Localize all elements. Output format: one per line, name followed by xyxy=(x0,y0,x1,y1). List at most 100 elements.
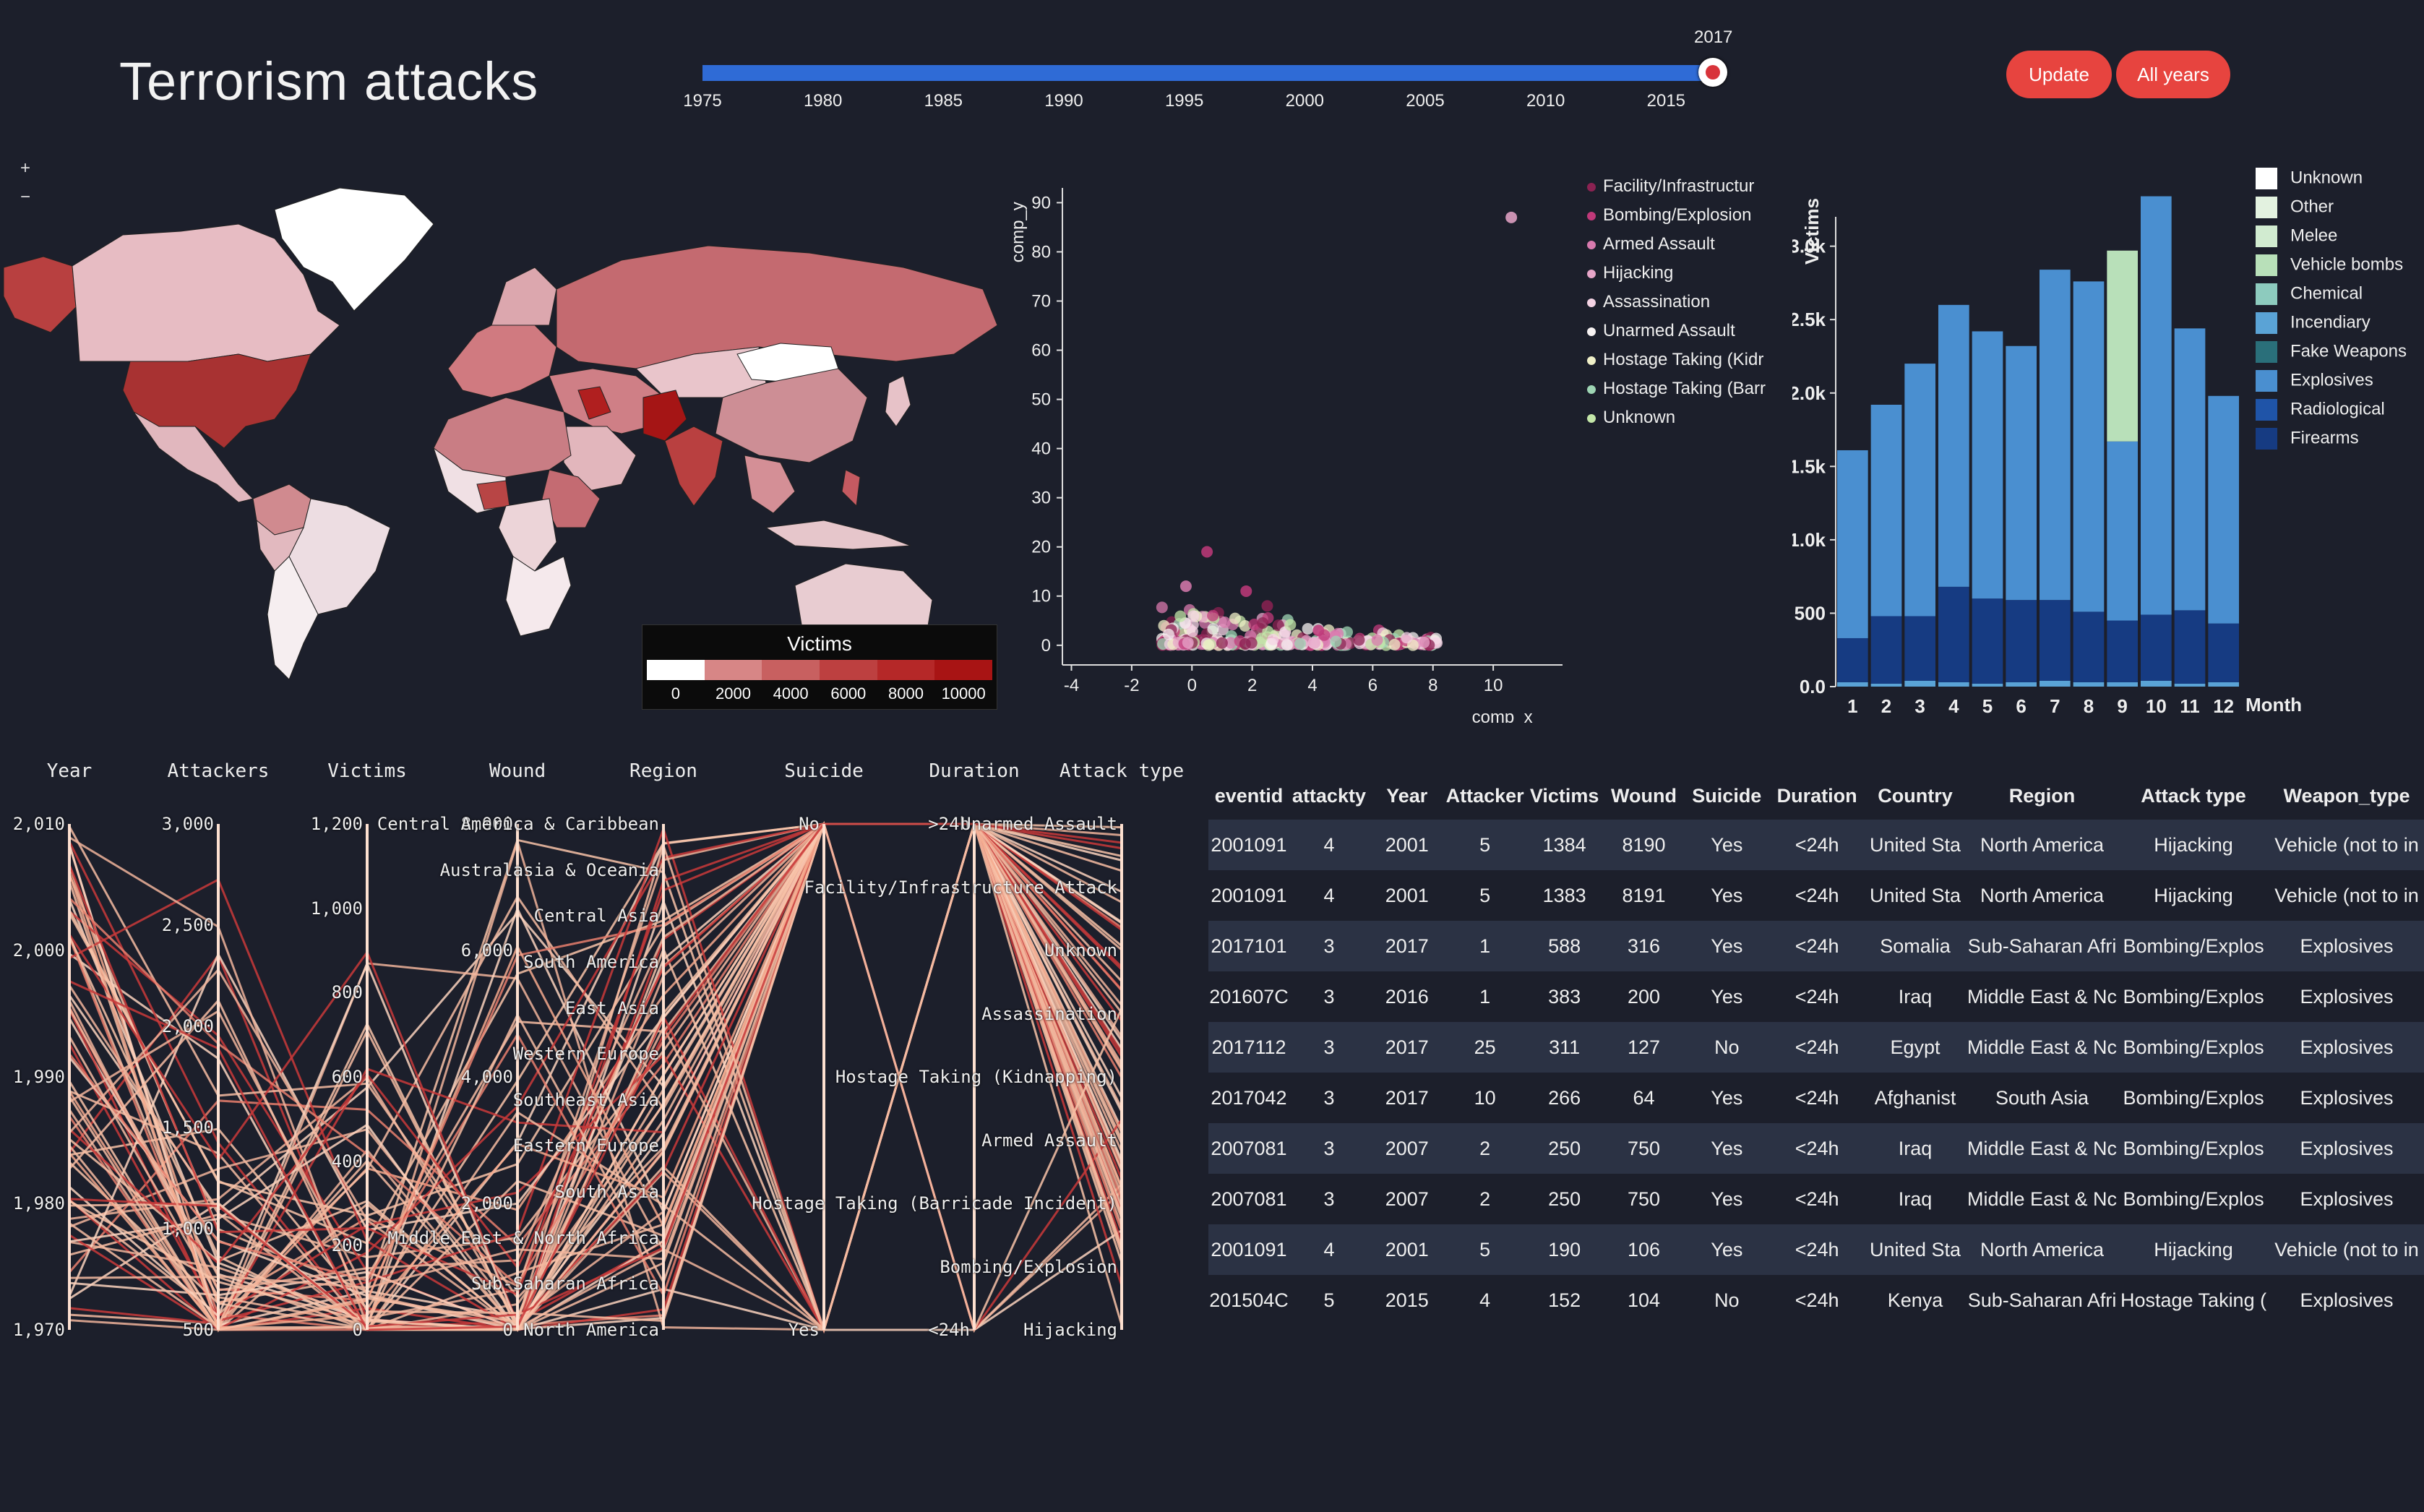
table-cell[interactable]: 250 xyxy=(1524,1174,1604,1224)
bar-segment[interactable] xyxy=(2006,600,2037,682)
table-cell[interactable]: Middle East & Nc xyxy=(1966,1022,2118,1073)
table-cell[interactable]: 4 xyxy=(1289,870,1369,921)
table-cell[interactable]: 3 xyxy=(1289,921,1369,971)
table-cell[interactable]: Middle East & Nc xyxy=(1966,971,2118,1022)
table-cell[interactable]: 5 xyxy=(1445,1224,1525,1275)
bar-segment[interactable] xyxy=(2006,682,2037,687)
table-cell[interactable]: 1384 xyxy=(1524,820,1604,870)
table-cell[interactable]: 2007081 xyxy=(1208,1174,1289,1224)
table-cell[interactable]: 2017101 xyxy=(1208,921,1289,971)
table-cell[interactable]: Vehicle (not to in xyxy=(2269,820,2424,870)
bar-segment[interactable] xyxy=(2174,683,2206,687)
table-cell[interactable]: Yes xyxy=(1683,1123,1771,1174)
bar-segment[interactable] xyxy=(2141,680,2172,687)
scatter-plot[interactable]: -4 -2 0 2 4 6 8 10 0 10 20 30 40 50 60 70 80 90 comp_x comp… xyxy=(1005,173,1583,723)
table-cell[interactable]: <24h xyxy=(1770,820,1865,870)
bar-legend-item[interactable]: Unknown xyxy=(2256,168,2363,189)
table-cell[interactable]: 5 xyxy=(1445,870,1525,921)
bar-legend-item[interactable]: Melee xyxy=(2256,225,2337,247)
table-column-header[interactable]: Weapon_type xyxy=(2269,772,2424,820)
slider-track[interactable] xyxy=(702,65,1714,81)
table-cell[interactable]: 25 xyxy=(1445,1022,1525,1073)
table-cell[interactable]: 2017 xyxy=(1368,1073,1445,1123)
table-cell[interactable]: 10 xyxy=(1445,1073,1525,1123)
table-cell[interactable]: 104 xyxy=(1604,1275,1684,1326)
scatter-legend-item[interactable]: Armed Assault xyxy=(1587,234,1715,254)
table-cell[interactable]: 750 xyxy=(1604,1123,1684,1174)
parcoords-axis-title[interactable]: Wound xyxy=(489,760,546,782)
scatter-point[interactable] xyxy=(1239,638,1251,650)
parcoords-axis-title[interactable]: Attack type xyxy=(1060,760,1184,782)
table-cell[interactable]: South Asia xyxy=(1966,1073,2118,1123)
bar-segment[interactable] xyxy=(1870,405,1902,617)
scatter-point[interactable] xyxy=(1179,580,1192,593)
table-cell[interactable]: 316 xyxy=(1604,921,1684,971)
table-cell[interactable]: <24h xyxy=(1770,870,1865,921)
table-column-header[interactable]: Attacker xyxy=(1445,772,1525,820)
table-column-header[interactable]: Region xyxy=(1967,772,2118,820)
bar-segment[interactable] xyxy=(1972,683,2003,687)
table-cell[interactable]: Bombing/Explos xyxy=(2118,971,2270,1022)
scatter-legend-item[interactable]: Bombing/Explosion xyxy=(1587,205,1751,225)
table-cell[interactable]: Yes xyxy=(1683,870,1771,921)
bar-segment[interactable] xyxy=(1904,364,1935,617)
table-cell[interactable]: Yes xyxy=(1683,971,1771,1022)
table-row[interactable]: 2001091 4 2001 5 1384 8190 Yes <24h United Sta No… xyxy=(1208,820,2424,870)
bar-legend-item[interactable]: Firearms xyxy=(2256,428,2359,450)
table-cell[interactable]: 3 xyxy=(1289,971,1369,1022)
bar-segment[interactable] xyxy=(2107,250,2138,442)
table-cell[interactable]: 2 xyxy=(1445,1174,1525,1224)
table-cell[interactable]: <24h xyxy=(1770,1224,1865,1275)
bar-segment[interactable] xyxy=(2073,682,2105,687)
scatter-point[interactable] xyxy=(1302,622,1314,635)
scatter-point[interactable] xyxy=(1174,610,1187,622)
table-cell[interactable]: <24h xyxy=(1770,971,1865,1022)
table-cell[interactable]: Explosives xyxy=(2269,1123,2424,1174)
table-column-header[interactable]: Year xyxy=(1369,772,1445,820)
table-cell[interactable]: Yes xyxy=(1683,1073,1771,1123)
bar-segment[interactable] xyxy=(2141,614,2172,681)
all-years-button[interactable]: All years xyxy=(2116,51,2230,98)
table-cell[interactable]: 2007081 xyxy=(1208,1123,1289,1174)
data-table[interactable]: eventid attackty Year Attacker Victims Wound S… xyxy=(1208,772,2424,1326)
bar-segment[interactable] xyxy=(2141,196,2172,615)
table-cell[interactable]: 266 xyxy=(1524,1073,1604,1123)
table-cell[interactable]: 8190 xyxy=(1604,820,1684,870)
table-cell[interactable]: United Sta xyxy=(1864,820,1967,870)
scatter-point[interactable] xyxy=(1505,211,1518,223)
bar-segment[interactable] xyxy=(2073,281,2105,612)
table-cell[interactable]: Sub-Saharan Afri xyxy=(1966,921,2118,971)
table-cell[interactable]: 201504C xyxy=(1208,1275,1289,1326)
table-row[interactable]: 2017112 3 2017 25 311 127 No <24h Egypt Middle Ea… xyxy=(1208,1022,2424,1073)
table-cell[interactable]: Hijacking xyxy=(2118,820,2270,870)
scatter-point[interactable] xyxy=(1257,617,1269,629)
bar-segment[interactable] xyxy=(1837,450,1868,638)
scatter-point[interactable] xyxy=(1388,638,1401,650)
table-cell[interactable]: Egypt xyxy=(1864,1022,1967,1073)
bar-segment[interactable] xyxy=(2208,395,2239,624)
bar-legend-item[interactable]: Fake Weapons xyxy=(2256,341,2407,363)
scatter-legend-item[interactable]: Hostage Taking (Kidr xyxy=(1587,350,1763,370)
table-cell[interactable]: North America xyxy=(1966,820,2118,870)
table-cell[interactable]: <24h xyxy=(1770,1123,1865,1174)
table-cell[interactable]: 383 xyxy=(1524,971,1604,1022)
table-cell[interactable]: 3 xyxy=(1289,1123,1369,1174)
bar-segment[interactable] xyxy=(2073,611,2105,682)
bar-segment[interactable] xyxy=(1938,304,1969,587)
bar-segment[interactable] xyxy=(1904,616,1935,681)
bar-segment[interactable] xyxy=(2107,620,2138,682)
table-cell[interactable]: 2 xyxy=(1445,1123,1525,1174)
table-cell[interactable]: 2017042 xyxy=(1208,1073,1289,1123)
table-cell[interactable]: 2001091 xyxy=(1208,870,1289,921)
table-column-header[interactable]: eventid xyxy=(1208,772,1289,820)
table-column-header[interactable]: Victims xyxy=(1525,772,1604,820)
table-cell[interactable]: Bombing/Explos xyxy=(2118,1073,2270,1123)
parcoords-axis-title[interactable]: Victims xyxy=(327,760,407,782)
scatter-legend-item[interactable]: Hijacking xyxy=(1587,263,1673,283)
slider-handle[interactable] xyxy=(1698,58,1727,87)
scatter-point[interactable] xyxy=(1371,634,1383,646)
scatter-point[interactable] xyxy=(1308,637,1320,649)
bar-segment[interactable] xyxy=(1972,331,2003,599)
year-slider[interactable]: 2017 1975 1980 1985 1990 1995 2000 2005 2010 201… xyxy=(679,22,1735,116)
table-cell[interactable]: 2001 xyxy=(1368,870,1445,921)
